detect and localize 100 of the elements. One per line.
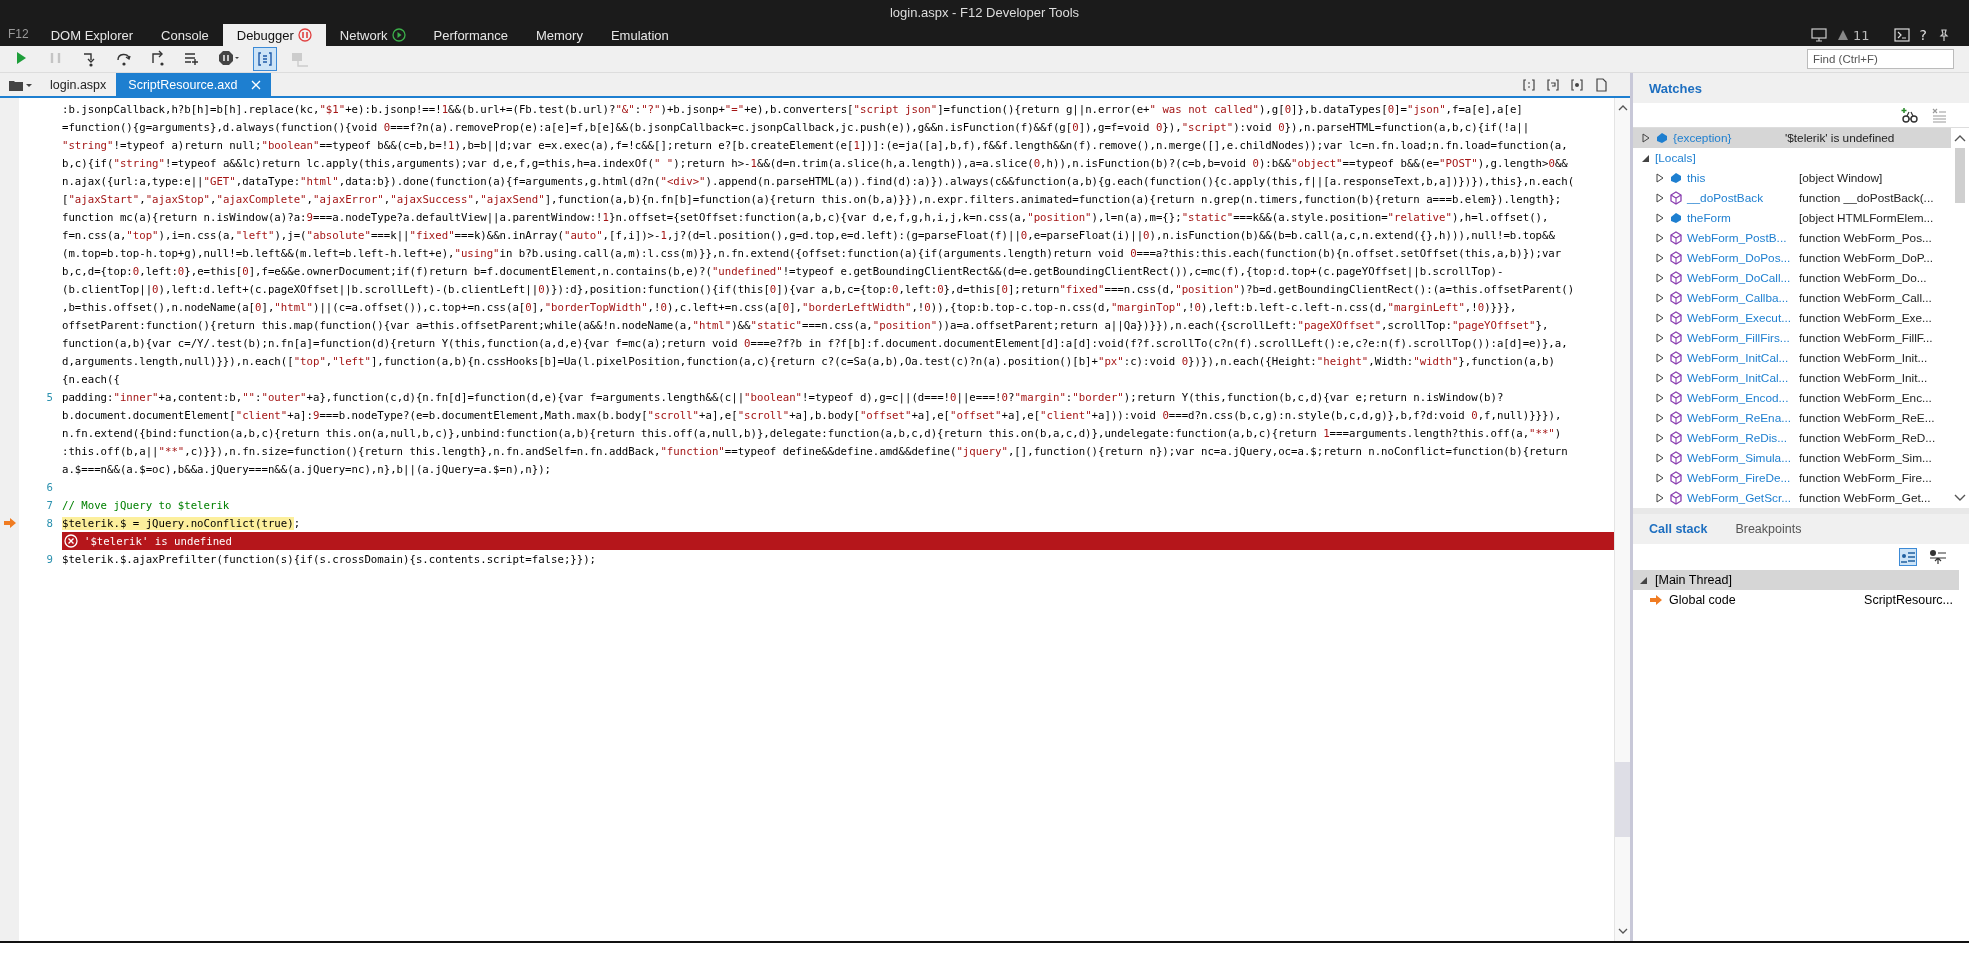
collapsed-arrow-icon[interactable]: [1655, 413, 1665, 423]
warning-icon[interactable]: [1837, 29, 1849, 41]
scroll-thumb[interactable]: [1615, 762, 1630, 837]
watch-row[interactable]: WebForm_ReDis... function WebForm_ReD...: [1633, 428, 1951, 448]
cube-icon: [1669, 331, 1683, 345]
watches-title: Watches: [1649, 80, 1702, 96]
scroll-thumb[interactable]: [1955, 148, 1965, 203]
code-line: a.$===n&&(a.$=oc),b&&a.jQuery===n&&(a.jQuery=nc),n},b||(a.jQuery=a.$=n),n});: [62, 462, 552, 476]
word-wrap-icon[interactable]: [1546, 77, 1560, 92]
collapsed-arrow-icon[interactable]: [1655, 293, 1665, 303]
tool-tab[interactable]: Network: [325, 24, 420, 46]
cube-icon: [1669, 231, 1683, 245]
watch-row[interactable]: {exception} '$telerik' is undefined: [1633, 128, 1951, 148]
stack-frame[interactable]: Global code ScriptResourc...: [1633, 590, 1959, 610]
break-on-frame-icon[interactable]: [1929, 549, 1947, 565]
watch-row[interactable]: WebForm_Callba... function WebForm_Call...: [1633, 288, 1951, 308]
watch-row[interactable]: WebForm_PostB... function WebForm_Pos...: [1633, 228, 1951, 248]
delete-all-watches-icon[interactable]: [1931, 107, 1947, 123]
cube-icon: [1669, 391, 1683, 405]
help-button[interactable]: ?: [1919, 27, 1927, 43]
watch-row[interactable]: WebForm_DoCall... function WebForm_Do...: [1633, 268, 1951, 288]
watch-row[interactable]: [Locals]: [1633, 148, 1951, 168]
watch-row[interactable]: WebForm_InitCal... function WebForm_Init...: [1633, 368, 1951, 388]
scroll-down-icon[interactable]: [1954, 494, 1966, 502]
document-tab[interactable]: login.aspx: [38, 73, 117, 96]
watch-row[interactable]: __doPostBack function __doPostBack(...: [1633, 188, 1951, 208]
code-line: f=n.css(a,"top"),i=n.css(a,"left"),j=("absolute"===k||"fixed"===k)&&n.inArray("auto",[f,i])>-1,j?(d=l.position(),g=d.top,e=d.left):(g=parseFloat(f)||0,e=parseFloat(i)||0),n.isFunction(b)&&(b=b.call(a,c,n.extend({},h))),null!=b.top&&: [62, 228, 1555, 242]
panel-tab[interactable]: Call stack: [1649, 522, 1708, 536]
line-number: 8: [45, 516, 54, 530]
collapsed-arrow-icon[interactable]: [1655, 333, 1665, 343]
thread-row[interactable]: [Main Thread]: [1633, 570, 1959, 590]
collapsed-arrow-icon[interactable]: [1655, 493, 1665, 503]
cube-icon: [1669, 431, 1683, 445]
notification-count: 11: [1853, 27, 1870, 43]
console-icon[interactable]: [1893, 28, 1910, 42]
source-map-icon[interactable]: [1570, 77, 1584, 92]
collapsed-arrow-icon[interactable]: [1655, 473, 1665, 483]
tool-tab[interactable]: Performance: [419, 24, 522, 46]
tool-tab[interactable]: Debugger: [222, 24, 326, 46]
watch-row[interactable]: WebForm_Simula... function WebForm_Sim...: [1633, 448, 1951, 468]
code-line: $telerik.$.ajaxPrefilter(function(s){if(s.crossDomain){s.contents.script=false;}});: [62, 552, 597, 566]
tool-tab[interactable]: DOM Explorer: [36, 24, 148, 46]
cube-icon: [1669, 191, 1683, 205]
code-line: :b.jsonpCallback,h?b[h]=b[h].replace(kc,"$1"+e):b.jsonp!==!1&&(b.url+=(Fb.test(b.url)?"&":"?")+b.jsonp+"="+e),b.converters["script json"]=function(){return g||n.error(e+" was not called"),g[0]},b.dataTypes[0]="json",f=a[e],a[e]: [62, 102, 1523, 116]
close-icon[interactable]: [251, 79, 262, 90]
line-number: 9: [45, 552, 54, 566]
monitor-icon[interactable]: [1811, 28, 1827, 42]
show-frames-icon[interactable]: [1899, 548, 1917, 566]
document-icon[interactable]: [1594, 77, 1608, 92]
collapsed-arrow-icon[interactable]: [1655, 313, 1665, 323]
expanded-arrow-icon[interactable]: [1641, 153, 1651, 163]
find-field[interactable]: Find (Ctrl+F): [1807, 49, 1954, 69]
cube-icon: [1669, 271, 1683, 285]
watch-row[interactable]: WebForm_InitCal... function WebForm_Init...: [1633, 348, 1951, 368]
watch-row[interactable]: WebForm_Execut... function WebForm_Exe...: [1633, 308, 1951, 328]
collapsed-arrow-icon[interactable]: [1655, 373, 1665, 383]
watch-row[interactable]: WebForm_FillFirs... function WebForm_FillF...: [1633, 328, 1951, 348]
line-number: 7: [45, 498, 54, 512]
code-line: $telerik.$ = jQuery.noConflict(true);: [62, 516, 301, 530]
tool-tab[interactable]: Emulation: [596, 24, 683, 46]
collapsed-arrow-icon[interactable]: [1655, 453, 1665, 463]
scroll-down-icon[interactable]: [1617, 927, 1628, 935]
document-tab[interactable]: ScriptResource.axd: [116, 73, 272, 96]
cube-icon: [1669, 411, 1683, 425]
code-scrollbar[interactable]: [1614, 98, 1630, 941]
code-line: (b.clientTop||0),left:d.left+(c.pageXOffset||b.scrollLeft)-(b.clientLeft||0)}):d},position:function(){if(this[0]){var a,b,c={top:0,left:0},d=this[0];return"fixed"===n.css(d,"position")?b=d.getBoundingClientRect():(a=this.offsetParent(): [62, 282, 1575, 296]
pin-icon[interactable]: [1937, 28, 1951, 42]
scroll-up-icon[interactable]: [1954, 134, 1966, 142]
collapsed-arrow-icon[interactable]: [1655, 233, 1665, 243]
add-watch-icon[interactable]: [1901, 107, 1919, 123]
expanded-arrow-icon[interactable]: [1639, 575, 1649, 585]
collapsed-arrow-icon[interactable]: [1655, 273, 1665, 283]
watch-row[interactable]: WebForm_Encod... function WebForm_Enc...: [1633, 388, 1951, 408]
collapsed-arrow-icon[interactable]: [1655, 393, 1665, 403]
watch-row[interactable]: WebForm_GetScr... function WebForm_Get...: [1633, 488, 1951, 508]
pretty-print-icon[interactable]: [1522, 77, 1536, 92]
error-message: '$telerik' is undefined: [62, 532, 1614, 550]
collapsed-arrow-icon[interactable]: [1641, 133, 1651, 143]
tool-tab[interactable]: Memory: [521, 24, 597, 46]
collapsed-arrow-icon[interactable]: [1655, 173, 1665, 183]
panel-tab[interactable]: Breakpoints: [1735, 522, 1802, 536]
error-icon: [64, 534, 78, 548]
scroll-up-icon[interactable]: [1617, 104, 1628, 112]
tool-tab[interactable]: Console: [147, 24, 223, 46]
watch-row[interactable]: theForm [object HTMLFormElem...: [1633, 208, 1951, 228]
watch-row[interactable]: WebForm_ReEna... function WebForm_ReE...: [1633, 408, 1951, 428]
collapsed-arrow-icon[interactable]: [1655, 253, 1665, 263]
code-line: b.document.documentElement["client"+a]:9===b.nodeType?(e=b.documentElement,Math.max(b.body["scroll"+a],e["scroll"+a],b.body["offset"+a],e["offset"+a],e["client"+a])):void 0===d?n.css(b,c,g):n.style(b,c,d,g)},b,f?d:void 0,f,null)}}}),: [62, 408, 1562, 422]
collapsed-arrow-icon[interactable]: [1655, 213, 1665, 223]
line-number: 5: [45, 390, 54, 404]
code-line: (m.top=b.top-h.top+g),null!=b.left&&(m.left=b.left-h.left+e),"using"in b?b.using.call(a,m):l.css(m)}},n.fn.extend({offset:function(a){if(arguments.length)return void 0===a?this:this.each(function(b){n.offset.setOffset(this,a,b)});var: [62, 246, 1562, 260]
watch-row[interactable]: WebForm_FireDe... function WebForm_Fire...: [1633, 468, 1951, 488]
watch-row[interactable]: this [object Window]: [1633, 168, 1951, 188]
code-line: n.fn.extend({bind:function(a,b,c){return this.on(a,null,b,c)},unbind:function(a,b){return this.off(a,null,b)},delegate:function(a,b,c,d){return this.on(b,a,c,d)},undelegate:function(a,b,c){return 1===arguments.length?this.off(a,"**"): [62, 426, 1562, 440]
watch-row[interactable]: WebForm_DoPos... function WebForm_DoP...: [1633, 248, 1951, 268]
pretty-print-icon[interactable]: [254, 48, 276, 70]
code-line: padding:"inner"+a,content:b,"":"outer"+a},function(c,d){n.fn[d]=function(d,e){var f=arguments.length&&(c||"boolean"!=typeof d),g=c||(d===!0||e===!0?"margin":"border");return Y(this,function(b,c,d){var e;return n.isWindow(b)?: [62, 390, 1504, 404]
collapsed-arrow-icon[interactable]: [1655, 353, 1665, 363]
collapsed-arrow-icon[interactable]: [1655, 433, 1665, 443]
collapsed-arrow-icon[interactable]: [1655, 193, 1665, 203]
